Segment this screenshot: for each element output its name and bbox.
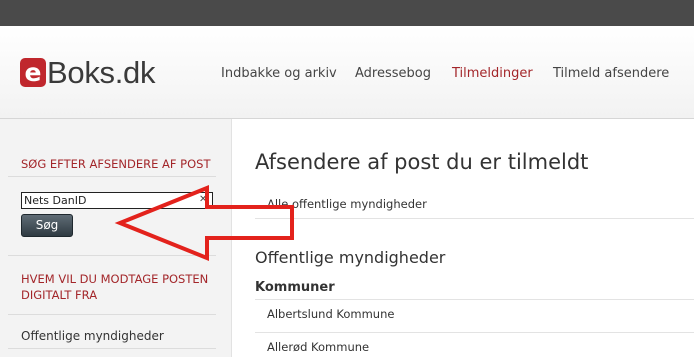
list-item[interactable]: Albertslund Kommune xyxy=(267,307,394,321)
nav-adressebog[interactable]: Adressebog xyxy=(355,66,431,81)
nav-indbakke[interactable]: Indbakke og arkiv xyxy=(221,66,337,81)
all-authorities-link[interactable]: Alle offentlige myndigheder xyxy=(267,197,427,211)
section-title: Offentlige myndigheder xyxy=(255,248,446,267)
sidebar-item-offentlige[interactable]: Offentlige myndigheder xyxy=(21,329,164,343)
sidebar-divider xyxy=(8,348,216,349)
sidebar-divider xyxy=(8,314,216,315)
subsection-title: Kommuner xyxy=(255,280,335,295)
logo-text: Boks.dk xyxy=(47,54,156,90)
row-divider xyxy=(255,218,694,219)
sidebar xyxy=(0,119,232,357)
search-input[interactable]: Nets DanID xyxy=(21,192,213,209)
row-divider xyxy=(255,299,694,300)
logo-e-badge: e xyxy=(20,57,46,87)
sidebar-divider xyxy=(8,176,216,177)
sidebar-divider xyxy=(8,255,216,256)
page-title: Afsendere af post du er tilmeldt xyxy=(255,150,589,174)
clear-search-icon[interactable]: ✕ xyxy=(199,193,207,207)
list-item[interactable]: Allerød Kommune xyxy=(267,340,369,354)
receive-heading-line2: DIGITALT FRA xyxy=(21,288,98,302)
top-bar xyxy=(0,0,694,26)
eboks-logo[interactable]: e Boks.dk xyxy=(20,56,155,88)
receive-heading-line1: HVEM VIL DU MODTAGE POSTEN xyxy=(21,272,209,286)
search-button[interactable]: Søg xyxy=(21,214,73,237)
nav-tilmeldinger[interactable]: Tilmeldinger xyxy=(452,66,533,81)
search-heading: SØG EFTER AFSENDERE AF POST xyxy=(21,157,211,171)
site-header: e Boks.dk Indbakke og arkiv Adressebog T… xyxy=(0,26,694,119)
nav-tilmeld-afsendere[interactable]: Tilmeld afsendere xyxy=(553,66,669,81)
row-divider xyxy=(255,332,694,333)
